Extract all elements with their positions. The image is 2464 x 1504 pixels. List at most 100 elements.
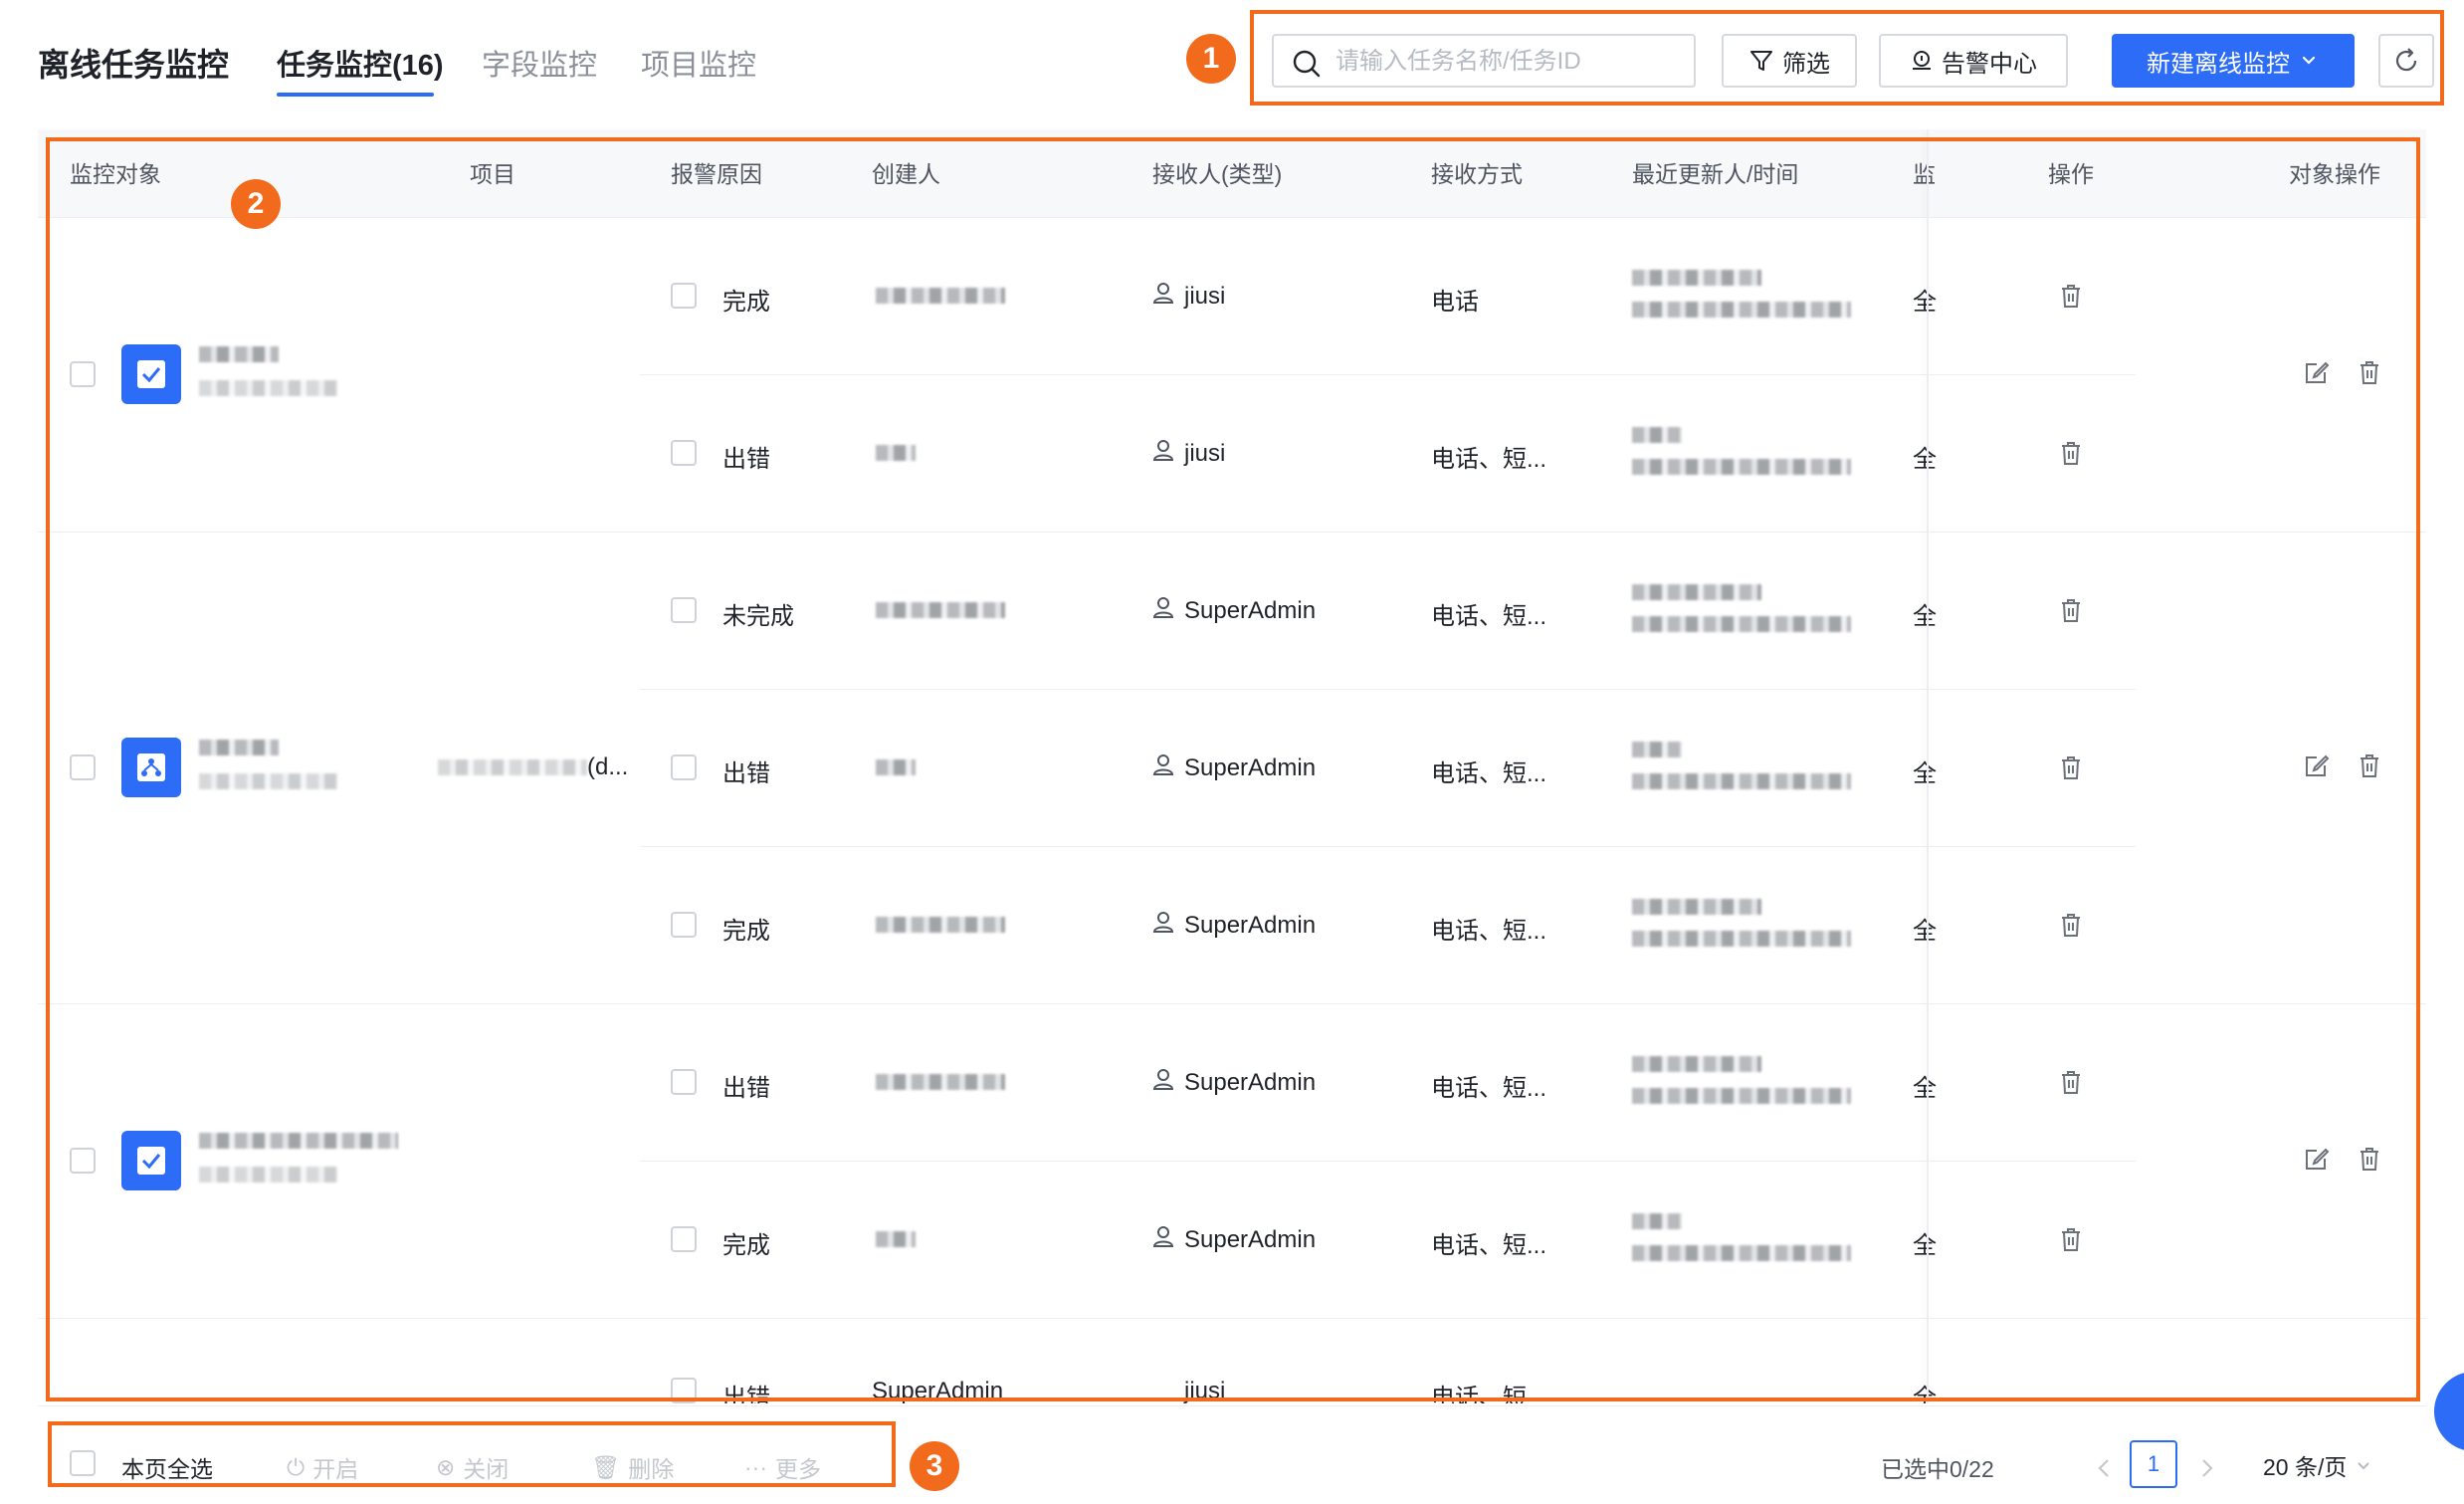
table-row-group: 出错 SuperAdmin 电话、短... 全完成 SuperAdmin 电话、短... 全 [38, 1003, 2426, 1319]
delete-rule-icon[interactable] [2058, 596, 2084, 629]
receive-method: 电话、短 [1431, 1385, 1527, 1403]
batch-delete-button[interactable]: 🗑︎ 删除 [591, 1450, 674, 1484]
col-alarm-reason: 报警原因 [671, 161, 762, 187]
receiver-cell: jiusi [1152, 439, 1225, 468]
receiver-name: SuperAdmin [1184, 753, 1317, 781]
creator-name [876, 288, 1005, 304]
prev-page-icon[interactable] [2094, 1456, 2114, 1480]
user-icon [1152, 1068, 1174, 1097]
alarm-reason: 出错 [722, 1075, 770, 1102]
updater-name [1632, 584, 1761, 600]
disable-button[interactable]: ⊗ 关闭 [436, 1450, 509, 1484]
search-input[interactable] [1272, 34, 1696, 88]
alarm-reason: 出错 [722, 760, 770, 787]
creator-name: SuperAdmin [872, 1378, 1004, 1403]
updated-time [1632, 302, 1851, 318]
user-icon [1152, 911, 1174, 940]
more-label: 更多 [774, 1456, 821, 1482]
receive-method: 电话、短... [1431, 446, 1547, 473]
select-all-checkbox[interactable] [70, 1450, 96, 1476]
col-monitor-object: 监控对象 [70, 161, 161, 187]
receiver-cell: jiusi [1152, 282, 1225, 311]
table-row: 完成 SuperAdmin 电话、短... 全 [38, 846, 2426, 1003]
page-title: 离线任务监控 [38, 47, 230, 83]
delete-label: 删除 [628, 1456, 675, 1482]
updated-time [1632, 1245, 1851, 1261]
delete-rule-icon[interactable] [2058, 1068, 2084, 1101]
updater-name [1632, 899, 1761, 915]
filter-button[interactable]: 筛选 [1722, 34, 1857, 88]
alarm-rule-checkbox[interactable] [671, 1226, 697, 1252]
more-button[interactable]: ··· 更多 [744, 1450, 821, 1484]
tab-task-monitor[interactable]: 任务监控(16) [277, 42, 444, 84]
receiver-name: SuperAdmin [1184, 596, 1317, 624]
table-header: 监控对象 项目 报警原因 创建人 接收人(类型) 接收方式 最近更新人/时间 监… [38, 129, 2426, 218]
alarm-rule-checkbox[interactable] [671, 283, 697, 309]
filter-button-label: 筛选 [1782, 50, 1830, 78]
delete-rule-icon[interactable] [2058, 439, 2084, 472]
page-1-button[interactable]: 1 [2130, 1440, 2177, 1488]
receive-method: 电话、短... [1431, 1232, 1547, 1259]
updater-name [1632, 742, 1682, 757]
updated-time [1632, 931, 1851, 947]
next-page-icon[interactable] [2197, 1456, 2217, 1480]
delete-rule-icon[interactable] [2058, 282, 2084, 315]
updated-time [1632, 773, 1851, 789]
search-text-field[interactable] [1334, 44, 1686, 80]
receive-method: 电话、短... [1431, 918, 1547, 945]
col-project: 项目 [470, 161, 515, 187]
updater-name [1632, 1213, 1682, 1229]
receiver-name: jiusi [1184, 1378, 1226, 1403]
user-icon [1152, 1225, 1174, 1254]
alarm-rule-checkbox[interactable] [671, 597, 697, 623]
receive-method: 电话、短... [1431, 1075, 1547, 1102]
updater-name [1632, 1056, 1761, 1072]
annotation-badge-1: 1 [1186, 34, 1236, 84]
annotation-badge-3: 3 [910, 1441, 959, 1491]
alarm-rule-checkbox[interactable] [671, 1378, 697, 1403]
table-row: 出错 SuperAdmin 电话、短... 全 [38, 1003, 2426, 1162]
search-icon [1293, 50, 1321, 78]
tab-project-monitor[interactable]: 项目监控 [641, 42, 756, 84]
creator-name [876, 1074, 1005, 1090]
table-row: 完成 jiusi 电话 全 [38, 217, 2426, 375]
new-offline-monitor-button[interactable]: 新建离线监控 [2112, 34, 2355, 88]
col-operations: 操作 [2048, 161, 2094, 187]
receiver-name: SuperAdmin [1184, 1068, 1317, 1096]
updated-time [1632, 1088, 1851, 1104]
col-last-updated: 最近更新人/时间 [1632, 161, 1799, 187]
alarm-reason: 完成 [722, 1232, 770, 1259]
receiver-cell: SuperAdmin [1152, 1068, 1316, 1097]
alarm-rule-checkbox[interactable] [671, 912, 697, 938]
refresh-button[interactable] [2378, 34, 2434, 88]
alarm-rule-checkbox[interactable] [671, 754, 697, 780]
tab-field-monitor[interactable]: 字段监控 [482, 42, 597, 84]
table-row: 未完成 SuperAdmin 电话、短... 全 [38, 532, 2426, 690]
alarm-rule-checkbox[interactable] [671, 440, 697, 466]
user-icon [1152, 439, 1174, 468]
table-row-group: (d... 未完成 SuperAdmin 电话、短... 全出错 SuperAdmin 电话… [38, 532, 2426, 1004]
alert-center-button[interactable]: 告警中心 [1879, 34, 2068, 88]
alarm-rule-checkbox[interactable] [671, 1069, 697, 1095]
page-size-select[interactable]: 20 条/页 [2263, 1448, 2372, 1482]
alarm-reason: 完成 [722, 289, 770, 316]
enable-button[interactable]: ⏻ 开启 [287, 1450, 358, 1484]
floating-help-button[interactable] [2434, 1372, 2464, 1451]
close-circle-icon: ⊗ [436, 1453, 456, 1480]
creator-name [876, 917, 1005, 933]
delete-rule-icon[interactable] [2058, 753, 2084, 786]
delete-rule-icon[interactable] [2058, 1225, 2084, 1258]
updated-time [1632, 459, 1851, 475]
col-receive-method: 接收方式 [1431, 161, 1523, 187]
receiver-cell: SuperAdmin [1152, 1225, 1316, 1254]
user-icon [1152, 753, 1174, 782]
alarm-reason: 出错 [722, 1385, 770, 1403]
trash-icon: 🗑︎ [591, 1453, 621, 1480]
chevron-down-icon [2358, 1462, 2370, 1470]
toolbar: 筛选 告警中心 新建离线监控 [1252, 12, 2442, 104]
creator-name [876, 759, 916, 775]
enable-label: 开启 [312, 1456, 359, 1482]
col-status-partial: 监 [1913, 161, 1936, 187]
delete-rule-icon[interactable] [2058, 911, 2084, 944]
chevron-down-icon [2302, 56, 2316, 65]
